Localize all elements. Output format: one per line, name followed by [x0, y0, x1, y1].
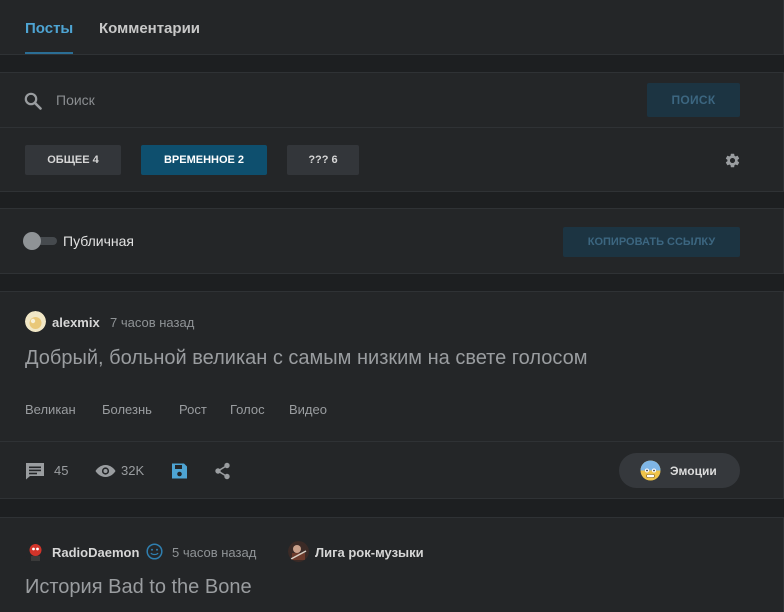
post-tag[interactable]: Голос [230, 402, 265, 417]
post-tag[interactable]: Болезнь [102, 402, 152, 417]
filter-general[interactable]: ОБЩЕЕ 4 [25, 145, 121, 175]
community-avatar[interactable] [288, 541, 309, 562]
comments-count: 45 [54, 463, 69, 478]
gear-icon[interactable] [724, 152, 741, 169]
post-title[interactable]: Добрый, больной великан с самым низким н… [25, 347, 587, 370]
search-panel: ПОИСК ОБЩЕЕ 4 ВРЕМЕННОЕ 2 ??? 6 [0, 72, 784, 192]
emotions-label: Эмоции [670, 464, 717, 478]
avatar[interactable] [25, 311, 46, 332]
filter-unknown[interactable]: ??? 6 [287, 145, 359, 175]
post-tag[interactable]: Великан [25, 402, 76, 417]
emotion-face-icon [640, 460, 661, 481]
post-time[interactable]: 7 часов назад [110, 315, 194, 330]
share-icon[interactable] [214, 462, 231, 480]
post-author[interactable]: RadioDaemon [52, 545, 139, 560]
comment-icon[interactable] [25, 462, 45, 480]
public-label: Публичная [63, 233, 134, 249]
filter-temporary[interactable]: ВРЕМЕННОЕ 2 [141, 145, 267, 175]
search-input[interactable] [56, 87, 616, 113]
views-count: 32K [121, 463, 145, 478]
save-icon[interactable] [171, 462, 188, 480]
smile-icon [146, 543, 163, 560]
visibility-panel: Публичная КОПИРОВАТЬ ССЫЛКУ [0, 208, 784, 274]
avatar-image [25, 541, 46, 562]
tabs-bar: Посты Комментарии [0, 0, 784, 55]
tab-posts[interactable]: Посты [25, 20, 74, 54]
emotions-button[interactable]: Эмоции [619, 453, 740, 488]
community-image [288, 541, 309, 562]
post-tag[interactable]: Видео [289, 402, 327, 417]
search-button[interactable]: ПОИСК [647, 83, 740, 117]
tab-comments[interactable]: Комментарии [99, 20, 200, 37]
avatar[interactable] [25, 541, 46, 562]
post-card: alexmix 7 часов назад Добрый, больной ве… [0, 291, 784, 499]
search-icon [24, 92, 42, 110]
views-icon [95, 465, 116, 477]
post-tag[interactable]: Рост [179, 402, 207, 417]
post-footer: 45 32K Эмоции [0, 441, 784, 499]
search-row: ПОИСК [0, 73, 784, 128]
public-toggle[interactable] [23, 232, 57, 250]
post-card: RadioDaemon 5 часов назад Лига рок-музык… [0, 517, 784, 612]
post-title[interactable]: История Bad to the Bone [25, 576, 252, 599]
copy-link-button[interactable]: КОПИРОВАТЬ ССЫЛКУ [563, 227, 740, 257]
post-author[interactable]: alexmix [52, 315, 100, 330]
post-time[interactable]: 5 часов назад [172, 545, 256, 560]
avatar-image [25, 311, 46, 332]
toggle-knob [23, 232, 41, 250]
community-name[interactable]: Лига рок-музыки [315, 545, 424, 560]
